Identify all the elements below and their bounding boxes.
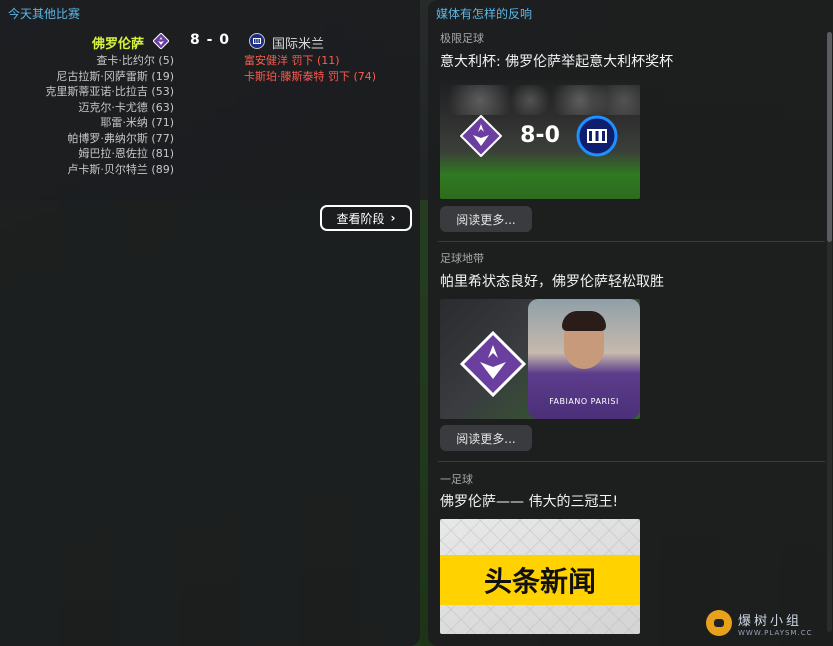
home-scorer: 帕博罗·弗纳尔斯 (77) [67, 131, 174, 145]
player-shirt-name: FABIANO PARISI [549, 397, 619, 406]
news-source: 足球地带 [440, 252, 484, 265]
fiorentina-crest-icon [153, 33, 169, 49]
away-team-name[interactable]: 国际米兰 [272, 33, 324, 52]
inter-crest-icon [576, 115, 618, 157]
news-source: 一足球 [440, 473, 473, 486]
view-stage-button[interactable]: 查看阶段 › [320, 205, 412, 231]
news-divider [438, 241, 825, 242]
read-more-button[interactable]: 阅读更多... [440, 206, 532, 232]
match-score[interactable]: 8 - 0 [188, 32, 232, 48]
fiorentina-crest-icon [460, 115, 502, 157]
headline-banner: 头条新闻 [440, 555, 640, 605]
news-scrollbar[interactable] [827, 32, 832, 632]
news-headline[interactable]: 帕里希状态良好，佛罗伦萨轻松取胜 [440, 271, 664, 291]
watermark-url: WWW.PLAYSM.CC [738, 628, 813, 637]
other-matches-panel: 今天其他比赛 佛罗伦萨 8 - 0 国际米兰 查卡·比约尔 (5) 尼古拉斯·冈… [0, 0, 420, 646]
news-headline[interactable]: 意大利杯: 佛罗伦萨举起意大利杯奖杯 [440, 51, 673, 71]
news-headline[interactable]: 佛罗伦萨—— 伟大的三冠王! [440, 491, 618, 511]
media-reaction-title: 媒体有怎样的反响 [436, 7, 533, 21]
view-stage-label: 查看阶段 [336, 211, 385, 226]
home-scorer: 克里斯蒂亚诺·比拉吉 (53) [45, 85, 174, 98]
inter-crest-icon [249, 33, 265, 49]
home-scorer: 卢卡斯·贝尔特兰 (89) [67, 162, 174, 176]
chevron-right-icon: › [390, 211, 396, 225]
news-image-headline-banner: 头条新闻 [440, 519, 640, 634]
home-scorer: 查卡·比约尔 (5) [96, 54, 174, 67]
news-image-scoreboard: 8-0 [440, 79, 640, 199]
media-reaction-panel: 媒体有怎样的反响 极限足球 意大利杯: 佛罗伦萨举起意大利杯奖杯 8-0 阅读更… [428, 0, 833, 646]
fiorentina-crest-icon [460, 331, 526, 397]
watermark-logo-icon [706, 610, 732, 636]
home-team-name[interactable]: 佛罗伦萨 [40, 33, 144, 52]
away-red-card-event: 卡斯珀·滕斯泰特 罚下 (74) [244, 69, 377, 83]
news-scrollbar-thumb[interactable] [827, 32, 832, 242]
news-divider [438, 461, 825, 462]
home-scorer: 迈克尔·卡尤德 (63) [78, 100, 174, 114]
home-scorer: 尼古拉斯·冈萨雷斯 (19) [56, 69, 174, 83]
home-scorer: 姆巴拉·恩佐拉 (81) [78, 147, 174, 160]
watermark-text: 爆树小组 [738, 613, 803, 629]
news-image-player: FABIANO PARISI [440, 299, 640, 419]
read-more-button[interactable]: 阅读更多... [440, 425, 532, 451]
news-image-score: 8-0 [520, 123, 560, 148]
player-photo: FABIANO PARISI [528, 299, 640, 419]
away-red-card-event: 富安健洋 罚下 (11) [244, 54, 340, 67]
other-matches-title: 今天其他比赛 [8, 7, 81, 21]
site-watermark: 爆树小组 WWW.PLAYSM.CC [706, 606, 828, 640]
away-events-list: 富安健洋 罚下 (11) 卡斯珀·滕斯泰特 罚下 (74) [244, 53, 376, 84]
news-source: 极限足球 [440, 32, 484, 45]
player-hair [562, 311, 606, 331]
stadium-lights [440, 85, 640, 115]
home-scorers-list: 查卡·比约尔 (5) 尼古拉斯·冈萨雷斯 (19) 克里斯蒂亚诺·比拉吉 (53… [0, 53, 174, 177]
home-scorer: 耶雷·米纳 (71) [100, 116, 174, 129]
